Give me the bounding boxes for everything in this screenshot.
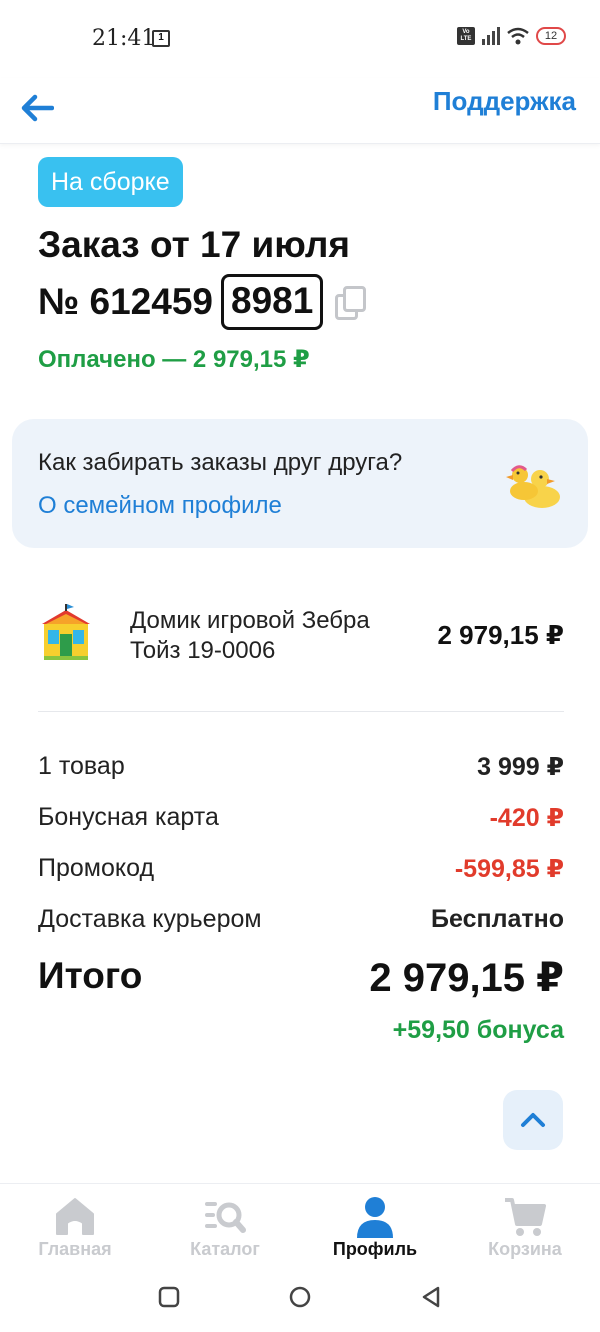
scroll-to-top-button[interactable] (503, 1090, 563, 1150)
home-icon (56, 1198, 94, 1235)
battery-icon: 12 (536, 27, 566, 45)
product-image (42, 604, 90, 660)
summary-row-items: 1 товар 3 999 ₽ (38, 752, 564, 782)
nav-item-catalog[interactable]: Каталог (150, 1184, 300, 1269)
family-profile-link[interactable]: О семейном профиле (38, 492, 282, 520)
nav-label: Главная (38, 1239, 112, 1259)
support-link[interactable]: Поддержка (433, 86, 576, 117)
catalog-search-icon (205, 1202, 246, 1233)
order-number-code: 8981 (221, 274, 324, 330)
system-navigation-bar (0, 1269, 600, 1332)
family-profile-question: Как забирать заказы друг друга? (38, 449, 403, 476)
chevron-up-icon (521, 1113, 545, 1127)
divider (38, 711, 564, 712)
recents-icon[interactable] (157, 1285, 181, 1309)
back-triangle-icon[interactable] (419, 1285, 443, 1309)
order-title: Заказ от 17 июля (38, 224, 351, 265)
bottom-navigation: Главная Каталог Профиль Корзина (0, 1183, 600, 1269)
nav-item-home[interactable]: Главная (0, 1184, 150, 1269)
summary-label: Промокод (38, 854, 155, 882)
order-status-badge: На сборке (38, 157, 183, 207)
summary-value: -420 ₽ (489, 804, 564, 832)
total-label: Итого (38, 955, 143, 996)
notification-icon: 1 (152, 30, 170, 47)
status-indicators: Vo LTE 12 (457, 27, 566, 45)
order-number: № 612459 8981 (38, 274, 367, 330)
nav-label: Корзина (488, 1239, 562, 1259)
profile-icon (357, 1197, 393, 1238)
cart-icon (505, 1198, 546, 1236)
status-time: 21:41 (92, 26, 156, 51)
nav-item-profile[interactable]: Профиль (300, 1184, 450, 1269)
bonus-earned: +59,50 бонуса (392, 1016, 564, 1044)
summary-value: 3 999 ₽ (477, 753, 564, 781)
signal-icon (482, 27, 500, 45)
order-item[interactable]: Домик игровой Зебра Тойз 19-0006 2 979,1… (38, 598, 564, 678)
product-name: Домик игровой Зебра Тойз 19-0006 (130, 607, 370, 664)
family-profile-card[interactable]: Как забирать заказы друг друга? О семейн… (12, 419, 588, 548)
back-button[interactable] (20, 86, 60, 130)
volte-icon: Vo LTE (457, 27, 475, 45)
total-value: 2 979,15 ₽ (369, 956, 564, 1000)
product-price: 2 979,15 ₽ (437, 620, 564, 650)
summary-row-delivery: Доставка курьером Бесплатно (38, 905, 564, 934)
payment-status: Оплачено — 2 979,15 ₽ (38, 346, 310, 373)
summary-value: -599,85 ₽ (454, 855, 564, 883)
nav-label: Профиль (332, 1239, 418, 1259)
summary-label: Бонусная карта (38, 803, 219, 831)
summary-row-bonus-card: Бонусная карта -420 ₽ (38, 803, 564, 833)
arrow-left-icon (21, 94, 54, 122)
summary-label: 1 товар (38, 752, 125, 780)
order-number-prefix: № 612459 (38, 281, 213, 322)
wifi-icon (507, 27, 529, 45)
summary-row-promocode: Промокод -599,85 ₽ (38, 854, 564, 884)
nav-label: Каталог (190, 1239, 260, 1259)
copy-icon[interactable] (335, 286, 367, 320)
top-app-bar: Поддержка (0, 78, 600, 144)
home-circle-icon[interactable] (288, 1285, 312, 1309)
summary-value: Бесплатно (431, 905, 564, 933)
nav-item-cart[interactable]: Корзина (450, 1184, 600, 1269)
status-bar: 21:41 1 Vo LTE 12 (0, 0, 600, 78)
summary-label: Доставка курьером (38, 905, 262, 933)
ducks-icon (506, 465, 560, 508)
summary-total: Итого 2 979,15 ₽ (38, 955, 564, 1001)
